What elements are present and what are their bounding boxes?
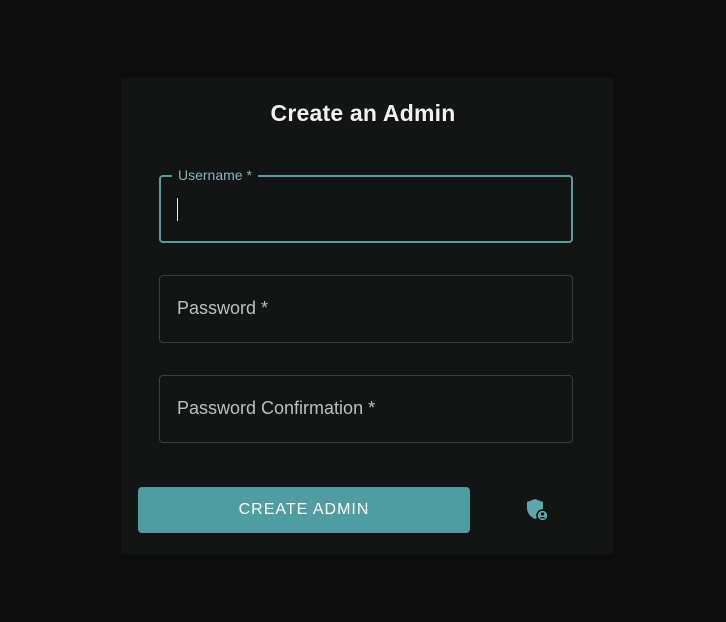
password-confirmation-field[interactable]: Password Confirmation * (159, 375, 573, 443)
password-confirmation-label: Password Confirmation * (177, 398, 376, 418)
create-admin-button[interactable]: CREATE ADMIN (138, 487, 470, 533)
password-label: Password * (177, 298, 269, 318)
shield-user-icon[interactable] (524, 497, 550, 523)
text-caret (177, 198, 178, 221)
password-field[interactable]: Password * (159, 275, 573, 343)
username-field[interactable]: Username * (159, 167, 573, 243)
page-title: Create an Admin (270, 100, 456, 126)
username-label: Username * (172, 167, 258, 183)
